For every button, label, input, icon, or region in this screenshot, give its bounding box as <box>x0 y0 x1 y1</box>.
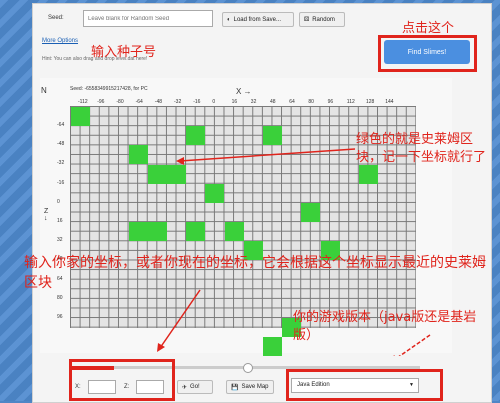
save-icon: 💾 <box>231 384 239 391</box>
location-icon: ✈ <box>182 384 188 391</box>
coords-highlight-box <box>69 359 175 401</box>
half-circle-icon: ◐ <box>227 16 231 23</box>
x-tick: 48 <box>270 99 276 105</box>
z-tick: -16 <box>57 179 65 186</box>
z-axis-label: Z ↓ <box>44 208 49 222</box>
random-label: Random <box>312 16 335 23</box>
edition-highlight-box <box>286 369 443 401</box>
slime-chunk <box>359 164 378 184</box>
z-tick: -48 <box>57 141 65 148</box>
x-tick: 80 <box>308 99 314 105</box>
slime-chunk <box>71 107 90 126</box>
x-tick: -80 <box>116 99 124 105</box>
x-axis-label: X → <box>236 87 252 96</box>
z-tick: 80 <box>57 294 63 301</box>
annotation-enter-coords: 输入你家的坐标，或者你现在的坐标，它会根据这个坐标显示最近的史莱姆区块 <box>24 255 486 291</box>
slime-chunk <box>263 126 282 146</box>
slime-chunk <box>147 222 167 242</box>
slime-chunk <box>147 164 167 184</box>
save-map-button[interactable]: 💾 Save Map <box>226 380 274 394</box>
x-tick: 64 <box>289 99 295 105</box>
more-options-link[interactable]: More Options <box>42 38 78 44</box>
annotation-enter-seed: 输入种子号 <box>91 45 157 60</box>
x-tick: 128 <box>366 99 375 105</box>
slime-chunk <box>186 222 206 242</box>
slime-chunk <box>128 222 148 242</box>
save-map-label: Save Map <box>241 384 269 390</box>
annotation-green-slime: 绿色的就是史莱姆区块，记一下坐标就行了 <box>356 132 487 165</box>
z-tick: 32 <box>57 237 63 244</box>
x-tick: 112 <box>346 99 355 105</box>
slime-chunk <box>224 222 244 242</box>
slime-chunk <box>301 203 321 222</box>
seed-input[interactable] <box>83 10 213 27</box>
seed-label: Seed: <box>48 15 64 21</box>
slime-chunk <box>205 183 225 203</box>
random-button[interactable]: ⚄ Random <box>299 12 345 27</box>
slime-chunk <box>128 145 148 165</box>
x-tick: 144 <box>385 99 394 105</box>
seed-info: Seed: -6558349915217428, for PC <box>70 86 148 92</box>
z-tick: -32 <box>57 160 65 167</box>
go-button[interactable]: ✈ Go! <box>177 380 213 394</box>
load-from-save-label: Load from Save... <box>233 16 281 23</box>
z-tick: 16 <box>57 218 63 224</box>
x-tick: -48 <box>154 99 163 105</box>
x-tick: 0 <box>212 99 216 105</box>
annotation-click-this: 点击这个 <box>402 21 455 36</box>
slime-chunk <box>167 164 186 184</box>
x-tick: 16 <box>231 99 238 105</box>
z-tick: -64 <box>57 122 65 128</box>
slime-chunk <box>186 126 206 146</box>
dice-icon: ⚄ <box>304 17 310 23</box>
find-highlight-box <box>378 35 477 72</box>
north-arrow-icon: N <box>41 86 47 95</box>
z-tick: 0 <box>57 198 60 205</box>
zoom-slider-thumb[interactable] <box>243 363 253 373</box>
x-tick: -32 <box>174 99 182 105</box>
x-tick: -16 <box>193 99 201 105</box>
x-tick: -112 <box>78 99 88 105</box>
x-tick: 96 <box>327 99 334 105</box>
x-tick: 32 <box>250 99 257 105</box>
x-tick: -96 <box>97 99 105 105</box>
go-label: Go! <box>190 384 200 390</box>
z-tick: 96 <box>57 314 63 320</box>
annotation-game-version: 你的游戏版本（java版还是基岩版） <box>293 310 477 343</box>
slime-chunk <box>263 337 282 357</box>
load-from-save-button[interactable]: ◐ Load from Save... <box>222 12 294 27</box>
x-tick: -64 <box>135 99 143 105</box>
